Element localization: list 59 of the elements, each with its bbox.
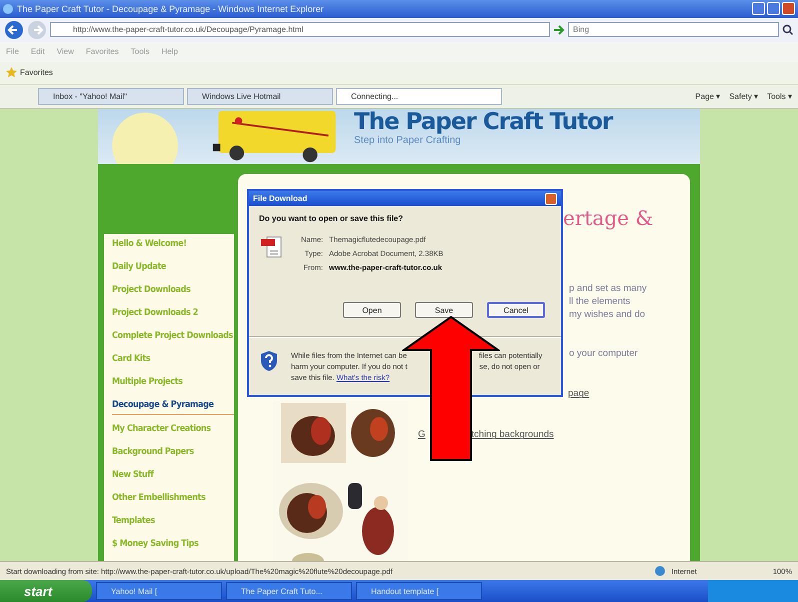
sidebar-link[interactable]: Complete Project Downloads [112,331,234,346]
command-button[interactable]: Tools ▾ [767,92,792,101]
browser-icon [3,4,13,14]
sidebar-link[interactable]: Other Embellishments [112,493,234,508]
menu-item[interactable]: Tools [130,47,150,56]
page-heading: ertage & [563,206,654,230]
sidebar-link[interactable]: Daily Update [112,262,234,276]
paragraph: o your computer [569,347,638,360]
menu-item[interactable]: View [56,47,74,56]
sidebar-link[interactable]: Card Kits [112,354,234,368]
sidebar-link[interactable]: My Character Creations [112,424,234,438]
sidebar-link[interactable]: Multiple Projects [112,377,234,392]
sidebar-link[interactable]: New Stuff [112,470,234,484]
sidebar-link[interactable]: $ Money Saving Tips [112,539,234,554]
window-title: The Paper Craft Tutor - Decoupage & Pyramage - Windows Internet Explorer [17,4,324,14]
site-title: The Paper Craft Tutor [354,109,612,136]
backgrounds-link[interactable]: G [418,429,426,440]
menu-item[interactable]: Favorites [86,47,119,56]
dialog-button[interactable]: Cancel [487,302,545,318]
back-button[interactable] [4,20,24,40]
command-button[interactable]: Safety ▾ [729,92,758,101]
browser-tab[interactable]: Connecting... [336,88,502,105]
sidebar-link[interactable]: Decoupage & Pyramage [112,400,234,416]
star-icon [6,67,17,78]
taskbar-button[interactable]: Yahoo! Mail [ [96,582,222,600]
sidebar-link[interactable]: Hello & Welcome! [112,239,234,254]
sidebar-link[interactable]: Background Papers [112,447,234,462]
menu-item[interactable]: Help [161,47,178,56]
dialog-title: File Download [253,194,308,204]
page-link[interactable]: page [568,388,590,400]
dialog-button[interactable]: Open [343,302,401,318]
dialog-button[interactable]: Save [415,302,473,318]
browser-tab[interactable]: Windows Live Hotmail [187,88,333,105]
taskbar-button[interactable]: Handout template [ [356,582,482,600]
globe-icon [655,566,666,576]
start-button[interactable]: start [0,580,92,602]
paragraph: p and set as many ll the elements my wishes and do [569,282,647,322]
shield-question-icon [259,350,279,372]
go-icon[interactable] [553,24,565,36]
sidebar-link[interactable]: Project Downloads [112,285,234,300]
dialog-question: Do you want to open or save this file? [259,214,404,224]
pdf-file-icon [261,235,283,260]
favorites-button[interactable]: Favorites [6,67,53,78]
sidebar-link[interactable]: Templates [112,516,234,530]
backgrounds-link[interactable]: tching backgrounds [471,429,554,440]
minimize-button[interactable] [752,2,765,16]
search-field[interactable]: Bing [568,22,779,38]
search-icon[interactable] [782,24,794,36]
browser-tab[interactable]: Inbox - "Yahoo! Mail" [38,88,184,105]
command-button[interactable]: Page ▾ [695,92,720,101]
taskbar-button[interactable]: The Paper Craft Tuto... [226,582,352,600]
menu-item[interactable]: Edit [30,47,45,56]
sidebar-link[interactable]: Project Downloads 2 [112,308,234,322]
address-field[interactable]: http://www.the-paper-craft-tutor.co.uk/Decoupage/Pyramage.html [50,22,550,38]
menu-item[interactable]: File [6,47,19,56]
maximize-button[interactable] [767,2,780,16]
close-button[interactable] [782,2,795,16]
close-button[interactable] [545,192,557,205]
site-tagline: Step into Paper Crafting [354,135,461,146]
